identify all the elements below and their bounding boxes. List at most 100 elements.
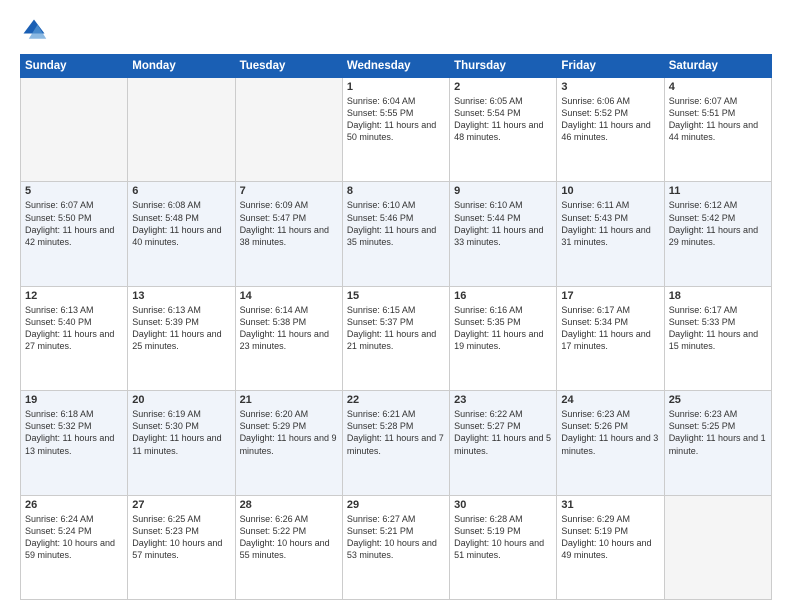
calendar-cell: 8 Sunrise: 6:10 AMSunset: 5:46 PMDaylight… bbox=[342, 182, 449, 286]
calendar-cell: 20 Sunrise: 6:19 AMSunset: 5:30 PMDayligh… bbox=[128, 391, 235, 495]
day-number: 5 bbox=[25, 185, 123, 197]
weekday-header: Monday bbox=[128, 55, 235, 78]
calendar-header-row: SundayMondayTuesdayWednesdayThursdayFrid… bbox=[21, 55, 772, 78]
day-info: Sunrise: 6:04 AMSunset: 5:55 PMDaylight:… bbox=[347, 95, 445, 144]
day-info: Sunrise: 6:24 AMSunset: 5:24 PMDaylight:… bbox=[25, 513, 123, 562]
day-number: 16 bbox=[454, 290, 552, 302]
calendar-cell: 21Sunrise: 6:20 AMSunset: 5:29 PMDayligh… bbox=[235, 391, 342, 495]
calendar-table: SundayMondayTuesdayWednesdayThursdayFrid… bbox=[20, 54, 772, 600]
day-info: Sunrise: 6:16 AMSunset: 5:35 PMDaylight:… bbox=[454, 304, 552, 353]
day-info: Sunrise: 6:10 AMSunset: 5:46 PMDaylight:… bbox=[347, 199, 445, 248]
day-number: 2 bbox=[454, 81, 552, 93]
calendar-cell: 10Sunrise: 6:11 AMSunset: 5:43 PMDayligh… bbox=[557, 182, 664, 286]
day-info: Sunrise: 6:14 AMSunset: 5:38 PMDaylight:… bbox=[240, 304, 338, 353]
calendar-cell: 6 Sunrise: 6:08 AMSunset: 5:48 PMDaylight… bbox=[128, 182, 235, 286]
calendar-cell: 14 Sunrise: 6:14 AMSunset: 5:38 PMDayligh… bbox=[235, 286, 342, 390]
calendar-cell: 15 Sunrise: 6:15 AMSunset: 5:37 PMDayligh… bbox=[342, 286, 449, 390]
calendar-week-row: 26Sunrise: 6:24 AMSunset: 5:24 PMDayligh… bbox=[21, 495, 772, 599]
day-number: 13 bbox=[132, 290, 230, 302]
calendar-cell bbox=[128, 78, 235, 182]
day-number: 18 bbox=[669, 290, 767, 302]
header bbox=[20, 16, 772, 44]
calendar-cell: 24Sunrise: 6:23 AMSunset: 5:26 PMDayligh… bbox=[557, 391, 664, 495]
day-info: Sunrise: 6:12 AMSunset: 5:42 PMDaylight:… bbox=[669, 199, 767, 248]
day-number: 29 bbox=[347, 499, 445, 511]
day-info: Sunrise: 6:28 AMSunset: 5:19 PMDaylight:… bbox=[454, 513, 552, 562]
day-number: 12 bbox=[25, 290, 123, 302]
day-number: 17 bbox=[561, 290, 659, 302]
calendar-cell: 18 Sunrise: 6:17 AMSunset: 5:33 PMDayligh… bbox=[664, 286, 771, 390]
weekday-header: Saturday bbox=[664, 55, 771, 78]
calendar-week-row: 1 Sunrise: 6:04 AMSunset: 5:55 PMDaylight… bbox=[21, 78, 772, 182]
calendar-cell: 25Sunrise: 6:23 AMSunset: 5:25 PMDayligh… bbox=[664, 391, 771, 495]
day-number: 23 bbox=[454, 394, 552, 406]
day-info: Sunrise: 6:18 AMSunset: 5:32 PMDaylight:… bbox=[25, 408, 123, 457]
calendar-cell: 7Sunrise: 6:09 AMSunset: 5:47 PMDaylight… bbox=[235, 182, 342, 286]
day-number: 11 bbox=[669, 185, 767, 197]
day-info: Sunrise: 6:25 AMSunset: 5:23 PMDaylight:… bbox=[132, 513, 230, 562]
calendar-cell: 22 Sunrise: 6:21 AMSunset: 5:28 PMDayligh… bbox=[342, 391, 449, 495]
day-info: Sunrise: 6:26 AMSunset: 5:22 PMDaylight:… bbox=[240, 513, 338, 562]
day-info: Sunrise: 6:23 AMSunset: 5:25 PMDaylight:… bbox=[669, 408, 767, 457]
calendar-cell: 11 Sunrise: 6:12 AMSunset: 5:42 PMDayligh… bbox=[664, 182, 771, 286]
calendar-cell bbox=[21, 78, 128, 182]
calendar-cell: 23 Sunrise: 6:22 AMSunset: 5:27 PMDayligh… bbox=[450, 391, 557, 495]
day-info: Sunrise: 6:27 AMSunset: 5:21 PMDaylight:… bbox=[347, 513, 445, 562]
day-number: 14 bbox=[240, 290, 338, 302]
calendar-cell bbox=[664, 495, 771, 599]
calendar-cell: 9 Sunrise: 6:10 AMSunset: 5:44 PMDaylight… bbox=[450, 182, 557, 286]
calendar-week-row: 19 Sunrise: 6:18 AMSunset: 5:32 PMDayligh… bbox=[21, 391, 772, 495]
calendar-cell: 31 Sunrise: 6:29 AMSunset: 5:19 PMDayligh… bbox=[557, 495, 664, 599]
day-info: Sunrise: 6:05 AMSunset: 5:54 PMDaylight:… bbox=[454, 95, 552, 144]
day-info: Sunrise: 6:23 AMSunset: 5:26 PMDaylight:… bbox=[561, 408, 659, 457]
day-info: Sunrise: 6:29 AMSunset: 5:19 PMDaylight:… bbox=[561, 513, 659, 562]
weekday-header: Wednesday bbox=[342, 55, 449, 78]
page: SundayMondayTuesdayWednesdayThursdayFrid… bbox=[0, 0, 792, 612]
calendar-cell: 2 Sunrise: 6:05 AMSunset: 5:54 PMDaylight… bbox=[450, 78, 557, 182]
day-number: 8 bbox=[347, 185, 445, 197]
calendar-cell: 4 Sunrise: 6:07 AMSunset: 5:51 PMDaylight… bbox=[664, 78, 771, 182]
day-info: Sunrise: 6:19 AMSunset: 5:30 PMDaylight:… bbox=[132, 408, 230, 457]
day-info: Sunrise: 6:13 AMSunset: 5:40 PMDaylight:… bbox=[25, 304, 123, 353]
day-number: 20 bbox=[132, 394, 230, 406]
day-info: Sunrise: 6:22 AMSunset: 5:27 PMDaylight:… bbox=[454, 408, 552, 457]
logo-icon bbox=[20, 16, 48, 44]
day-number: 27 bbox=[132, 499, 230, 511]
calendar-cell: 28 Sunrise: 6:26 AMSunset: 5:22 PMDayligh… bbox=[235, 495, 342, 599]
day-number: 22 bbox=[347, 394, 445, 406]
day-number: 10 bbox=[561, 185, 659, 197]
day-info: Sunrise: 6:20 AMSunset: 5:29 PMDaylight:… bbox=[240, 408, 338, 457]
calendar-cell: 16 Sunrise: 6:16 AMSunset: 5:35 PMDayligh… bbox=[450, 286, 557, 390]
day-info: Sunrise: 6:07 AMSunset: 5:50 PMDaylight:… bbox=[25, 199, 123, 248]
calendar-cell: 13 Sunrise: 6:13 AMSunset: 5:39 PMDayligh… bbox=[128, 286, 235, 390]
weekday-header: Tuesday bbox=[235, 55, 342, 78]
day-number: 4 bbox=[669, 81, 767, 93]
day-info: Sunrise: 6:21 AMSunset: 5:28 PMDaylight:… bbox=[347, 408, 445, 457]
calendar-week-row: 12 Sunrise: 6:13 AMSunset: 5:40 PMDayligh… bbox=[21, 286, 772, 390]
day-info: Sunrise: 6:15 AMSunset: 5:37 PMDaylight:… bbox=[347, 304, 445, 353]
day-info: Sunrise: 6:10 AMSunset: 5:44 PMDaylight:… bbox=[454, 199, 552, 248]
logo bbox=[20, 16, 54, 44]
calendar-cell: 26Sunrise: 6:24 AMSunset: 5:24 PMDayligh… bbox=[21, 495, 128, 599]
day-number: 31 bbox=[561, 499, 659, 511]
day-info: Sunrise: 6:07 AMSunset: 5:51 PMDaylight:… bbox=[669, 95, 767, 144]
day-number: 28 bbox=[240, 499, 338, 511]
calendar-cell: 29 Sunrise: 6:27 AMSunset: 5:21 PMDayligh… bbox=[342, 495, 449, 599]
day-number: 9 bbox=[454, 185, 552, 197]
day-number: 30 bbox=[454, 499, 552, 511]
day-number: 15 bbox=[347, 290, 445, 302]
day-number: 6 bbox=[132, 185, 230, 197]
day-info: Sunrise: 6:17 AMSunset: 5:34 PMDaylight:… bbox=[561, 304, 659, 353]
calendar-cell: 30 Sunrise: 6:28 AMSunset: 5:19 PMDayligh… bbox=[450, 495, 557, 599]
calendar-cell: 17 Sunrise: 6:17 AMSunset: 5:34 PMDayligh… bbox=[557, 286, 664, 390]
calendar-week-row: 5 Sunrise: 6:07 AMSunset: 5:50 PMDaylight… bbox=[21, 182, 772, 286]
day-info: Sunrise: 6:13 AMSunset: 5:39 PMDaylight:… bbox=[132, 304, 230, 353]
day-number: 7 bbox=[240, 185, 338, 197]
calendar-cell: 27 Sunrise: 6:25 AMSunset: 5:23 PMDayligh… bbox=[128, 495, 235, 599]
day-number: 19 bbox=[25, 394, 123, 406]
day-number: 1 bbox=[347, 81, 445, 93]
weekday-header: Friday bbox=[557, 55, 664, 78]
day-info: Sunrise: 6:08 AMSunset: 5:48 PMDaylight:… bbox=[132, 199, 230, 248]
day-info: Sunrise: 6:17 AMSunset: 5:33 PMDaylight:… bbox=[669, 304, 767, 353]
calendar-cell: 3Sunrise: 6:06 AMSunset: 5:52 PMDaylight… bbox=[557, 78, 664, 182]
